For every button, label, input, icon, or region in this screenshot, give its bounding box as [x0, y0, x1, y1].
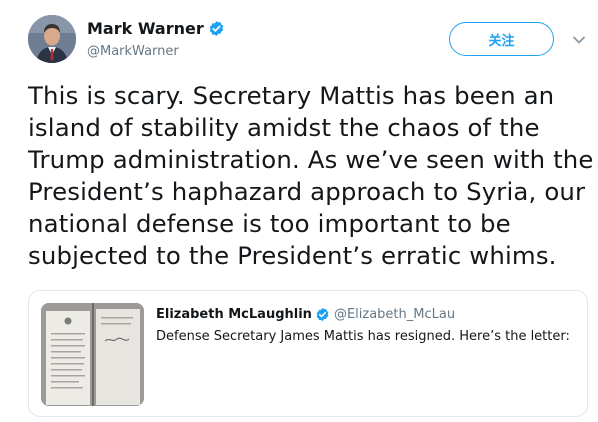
follow-button[interactable]: 关注 [449, 22, 554, 56]
quoted-tweet-card[interactable]: Elizabeth McLaughlin @Elizabeth_McLau De… [28, 290, 588, 417]
quoted-tweet-header: Elizabeth McLaughlin @Elizabeth_McLau [156, 307, 455, 322]
author-avatar[interactable] [28, 15, 76, 63]
letter-photo-icon [41, 303, 144, 406]
tweet-card: Mark Warner @MarkWarner 关注 This is scary… [0, 0, 598, 422]
tweet-text-line: national defense is too important to be [28, 209, 511, 238]
quoted-tweet-thumbnail[interactable] [41, 303, 144, 406]
verified-badge-icon [316, 307, 329, 322]
chevron-down-icon[interactable] [571, 32, 587, 48]
author-handle[interactable]: @MarkWarner [87, 44, 179, 59]
tweet-text-line: President’s haphazard approach to Syria,… [28, 177, 586, 206]
avatar-photo-icon [28, 15, 76, 63]
tweet-text-line: subjected to the President’s erratic whi… [28, 241, 557, 270]
verified-badge-icon [209, 21, 223, 36]
tweet-text-line: island of stability amidst the chaos of … [28, 113, 540, 142]
quoted-tweet-text: Defense Secretary James Mattis has resig… [156, 329, 570, 344]
tweet-text-line: Trump administration. As we’ve seen with… [28, 145, 594, 174]
quoted-author-handle[interactable]: @Elizabeth_McLau [334, 307, 455, 322]
author-display-name[interactable]: Mark Warner [87, 19, 204, 38]
tweet-text-line: This is scary. Secretary Mattis has been… [28, 81, 555, 110]
author-name-row: Mark Warner [87, 19, 225, 38]
quoted-author-name[interactable]: Elizabeth McLaughlin [156, 307, 312, 322]
tweet-text: This is scary. Secretary Mattis has been… [28, 80, 594, 272]
